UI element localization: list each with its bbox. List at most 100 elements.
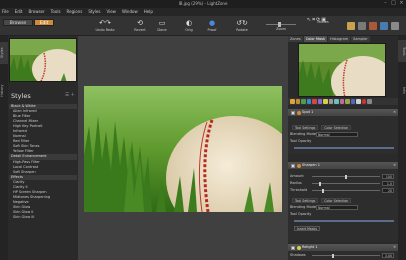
color-balance-icon[interactable]	[295, 99, 300, 104]
tab-tools[interactable]: Tools	[398, 40, 406, 62]
relight-shadows-label: Shadows	[290, 253, 306, 257]
menu-edit[interactable]: Edit	[15, 8, 23, 16]
proof-icon: ●	[208, 19, 216, 27]
copy-tool-icon[interactable]	[356, 99, 361, 104]
tab-color-mask[interactable]: Color Mask	[303, 36, 327, 42]
browse-mode-button[interactable]: Browse	[3, 19, 33, 26]
sharpen-amount-handle[interactable]	[345, 174, 347, 179]
sharpen-opacity-row: Tool Opacity	[290, 212, 396, 217]
zone-mapper-icon[interactable]	[290, 99, 295, 104]
proof-button[interactable]: ● Proof	[200, 18, 224, 35]
sharpen-tool-header[interactable]: Sharpen 1 ✕	[288, 162, 398, 169]
original-icon: ◐	[185, 19, 193, 27]
tool-shortcut-icon-1[interactable]	[347, 22, 355, 30]
zoom-label: Zoom	[275, 27, 287, 31]
relight-shadows-slider[interactable]	[312, 253, 380, 258]
minimize-icon[interactable]: –	[383, 1, 388, 6]
revert-button[interactable]: ⟲ Revert	[128, 18, 152, 35]
menu-window[interactable]: Window	[122, 8, 138, 16]
zoom-slider[interactable]	[266, 22, 296, 27]
spot-tool-header[interactable]: Spot 1 ✕	[288, 109, 398, 116]
menu-styles[interactable]: Styles	[88, 8, 100, 16]
clone-icon[interactable]	[345, 99, 350, 104]
sharpen-radius-handle[interactable]	[318, 181, 321, 186]
done-button[interactable]: ▭ Done	[150, 18, 174, 35]
sharpen-blending-select[interactable]: Normal	[316, 205, 358, 210]
styles-add-icon[interactable]: ＋	[71, 93, 76, 98]
tab-info[interactable]: Info	[398, 82, 406, 98]
maximize-icon[interactable]: □	[391, 1, 396, 6]
sharpen-threshold-label: Threshold	[290, 188, 308, 192]
sharpen-radius-value[interactable]: 1.0	[382, 181, 394, 186]
white-balance-icon[interactable]	[306, 99, 311, 104]
sharpen-threshold-value[interactable]: 20	[382, 188, 394, 193]
done-label: Done	[157, 28, 167, 32]
sharpen-threshold-slider[interactable]	[312, 188, 380, 193]
spot-icon[interactable]	[350, 99, 355, 104]
menu-browser[interactable]: Browser	[28, 8, 44, 16]
title-bar: IB.jpg (29%) - LightZone – □ ×	[0, 0, 406, 8]
menu-help[interactable]: Help	[144, 8, 153, 16]
channel-mixer-icon[interactable]	[317, 99, 322, 104]
tool-shortcut-icon-2[interactable]	[358, 22, 366, 30]
revert-label: Revert	[134, 28, 146, 32]
spot-blending-select[interactable]: Normal	[316, 132, 358, 137]
relight-shadows-handle[interactable]	[331, 253, 334, 258]
hue-saturation-icon[interactable]	[301, 99, 306, 104]
relight-icon[interactable]	[323, 99, 328, 104]
relight-tool-header[interactable]: Relight 1 ✕	[288, 244, 398, 251]
tool-menu-icon[interactable]	[367, 99, 372, 104]
modes-group: ↖ ⌗ ⟳ ▣ Modes	[305, 17, 341, 35]
rotate-mode-icon[interactable]: ⟳	[316, 17, 320, 23]
sharpen-tab-color-selection[interactable]: Color Selection	[321, 198, 352, 203]
sharpen-opacity-slider[interactable]	[294, 219, 394, 222]
tab-styles[interactable]: Styles	[0, 42, 8, 64]
relight-enable-checkbox[interactable]	[291, 245, 295, 250]
sharpen-amount-slider[interactable]	[312, 174, 380, 179]
spot-opacity-slider[interactable]	[294, 146, 394, 149]
spot-close-icon[interactable]: ✕	[393, 109, 396, 116]
styles-menu-icon[interactable]: ☰	[65, 93, 69, 98]
menu-regions[interactable]: Regions	[67, 8, 83, 16]
relight-close-icon[interactable]: ✕	[393, 244, 396, 251]
noise-reduction-icon[interactable]	[334, 99, 339, 104]
sharpen-icon[interactable]	[328, 99, 333, 104]
sharpen-radius-slider[interactable]	[312, 181, 380, 186]
sharpen-close-icon[interactable]: ✕	[393, 162, 396, 169]
red-eye-icon[interactable]	[312, 99, 317, 104]
delete-tool-icon[interactable]	[361, 99, 366, 104]
sharpen-threshold-handle[interactable]	[321, 188, 324, 193]
zoom-slider-handle[interactable]	[278, 22, 281, 27]
close-icon[interactable]: ×	[399, 1, 404, 6]
spot-enable-checkbox[interactable]	[291, 110, 295, 115]
sharpen-enable-checkbox[interactable]	[291, 163, 295, 168]
image-canvas[interactable]	[78, 36, 288, 260]
crop-mode-icon[interactable]: ⌗	[312, 17, 315, 23]
relight-shadows-value[interactable]: 3.00	[382, 253, 394, 258]
insert-masks-button[interactable]: Insert Masks	[294, 226, 320, 231]
sharpen-amount-value[interactable]: 100	[382, 174, 394, 179]
tool-shortcut-icon-3[interactable]	[369, 22, 377, 30]
arrow-mode-icon[interactable]: ↖	[307, 17, 311, 23]
style-item[interactable]: Skin Glow III	[9, 215, 77, 220]
sharpen-tab-tool-settings[interactable]: Tool Settings	[292, 198, 319, 203]
spot-tab-color-selection[interactable]: Color Selection	[321, 125, 352, 130]
tab-history[interactable]: History	[0, 80, 8, 102]
spot-subtabs: Tool Settings Color Selection	[288, 125, 398, 130]
spot-tab-tool-settings[interactable]: Tool Settings	[292, 125, 319, 130]
rotate-button[interactable]: ↺↻ Rotate	[230, 18, 254, 35]
menu-tools[interactable]: Tools	[51, 8, 61, 16]
tool-shortcut-icon-5[interactable]	[391, 22, 399, 30]
menu-view[interactable]: View	[106, 8, 116, 16]
menu-file[interactable]: File	[2, 8, 9, 16]
undo-redo-button[interactable]: ↶↷ Undo Redo	[92, 18, 118, 35]
tool-shortcut-icon-4[interactable]	[380, 22, 388, 30]
spot-opacity-slider-row	[290, 145, 396, 150]
edit-mode-button[interactable]: Edit	[34, 19, 54, 26]
orig-button[interactable]: ◐ Orig	[177, 18, 201, 35]
blur-icon[interactable]	[339, 99, 344, 104]
tab-histogram[interactable]: Histogram	[328, 36, 351, 42]
tab-sampler[interactable]: Sampler	[351, 36, 370, 42]
tab-zones[interactable]: Zones	[288, 36, 303, 42]
region-mode-icon[interactable]: ▣	[321, 17, 326, 23]
